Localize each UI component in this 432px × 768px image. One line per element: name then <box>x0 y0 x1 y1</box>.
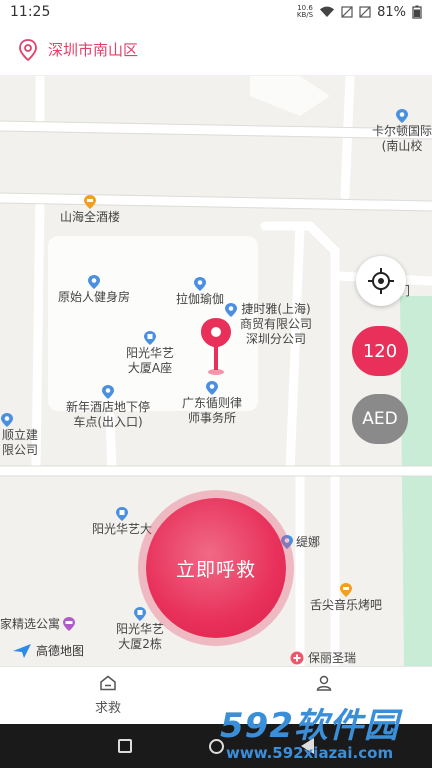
aed-button[interactable]: AED <box>352 394 408 444</box>
location-header[interactable]: 深圳市南山区 <box>0 24 432 76</box>
poi-shunli[interactable]: 顺立建 限公司 <box>0 412 38 458</box>
pin-icon <box>194 277 206 291</box>
net-speed: 10.6 KB/S <box>297 5 313 19</box>
watermark-url: www.592xiazai.com <box>226 744 394 762</box>
poi-label: 家精选公寓 <box>0 616 61 631</box>
poi-label: 原始人健身房 <box>58 290 131 304</box>
building-icon <box>144 331 156 345</box>
battery-level: 81% <box>377 4 406 20</box>
amap-logo-icon <box>13 643 31 658</box>
pin-icon <box>206 381 218 395</box>
map-view[interactable]: 卡尔顿国际 (南山校 山海全酒楼 原始人健身房 拉伽瑜伽 捷时雅(上海) 商贸有… <box>0 76 432 666</box>
selected-location-pin-icon <box>201 318 231 375</box>
building-icon <box>116 507 128 521</box>
home-icon <box>100 675 116 691</box>
poi-yangguang-2[interactable]: 阳光华艺 大厦2栋 <box>116 606 164 652</box>
poi-label: 阳光华艺 大厦2栋 <box>116 622 165 651</box>
poi-label: 新年酒店地下停 车点(出入口) <box>66 400 151 429</box>
restaurant-icon <box>340 583 352 597</box>
site-watermark: 592软件园 www.592xiazai.com <box>210 696 432 768</box>
building-icon <box>134 607 146 621</box>
user-icon <box>316 675 332 691</box>
poi-gym[interactable]: 原始人健身房 <box>58 274 130 305</box>
status-icons: 10.6 KB/S 81% <box>297 5 422 20</box>
crosshair-icon <box>368 268 394 294</box>
pin-icon <box>1 413 13 427</box>
poi-label: 舌尖音乐烤吧 <box>310 598 383 612</box>
pin-icon <box>396 109 408 123</box>
net-speed-unit: KB/S <box>296 11 314 19</box>
poi-label: 拉伽瑜伽 <box>176 292 225 306</box>
poi-yangguang-a[interactable]: 阳光华艺 大厦A座 <box>126 330 174 376</box>
poi-label: 广东循则律 师事务所 <box>182 396 243 425</box>
poi-bbq[interactable]: 舌尖音乐烤吧 <box>310 582 382 613</box>
poi-label: 阳光华艺大 <box>92 522 153 536</box>
location-pin-icon <box>19 38 37 61</box>
poi-yangguang[interactable]: 阳光华艺大 <box>92 506 152 537</box>
poi-label: 山海全酒楼 <box>60 210 121 224</box>
poi-label: 阳光华艺 大厦A座 <box>126 346 175 375</box>
current-location: 深圳市南山区 <box>48 41 139 59</box>
poi-shanhai[interactable]: 山海全酒楼 <box>60 194 120 225</box>
locate-me-button[interactable] <box>356 256 406 306</box>
poi-yoga[interactable]: 拉伽瑜伽 <box>176 276 224 307</box>
poi-label: 捷时雅(上海) 商贸有限公司 深圳分公司 <box>240 302 313 346</box>
battery-icon <box>412 5 422 19</box>
no-sim-icon <box>341 6 353 18</box>
watermark-title: 592软件园 <box>220 706 399 746</box>
map-brand: 高德地图 <box>12 642 84 659</box>
call-120-button[interactable]: 120 <box>352 326 408 376</box>
poi-label: 保丽圣瑞 <box>308 650 357 665</box>
tab-help[interactable]: 求救 <box>0 667 216 724</box>
poi-tina[interactable]: 缇娜 <box>280 534 320 550</box>
pin-icon <box>88 275 100 289</box>
tab-help-label: 求救 <box>94 701 121 716</box>
hotel-icon <box>63 617 76 631</box>
recent-apps-button[interactable] <box>118 739 133 753</box>
map-brand-label: 高德地图 <box>36 644 85 658</box>
poi-carlton[interactable]: 卡尔顿国际 (南山校 <box>372 108 432 154</box>
poi-label: 缇娜 <box>296 535 321 549</box>
status-bar: 11:25 10.6 KB/S 81% <box>0 0 432 24</box>
poi-label: 卡尔顿国际 (南山校 <box>372 124 432 153</box>
poi-parking[interactable]: 新年酒店地下停 车点(出入口) <box>66 384 150 430</box>
restaurant-icon <box>84 195 96 209</box>
sos-call-button[interactable]: 立即呼救 <box>146 498 286 638</box>
no-sim-icon-2 <box>359 6 371 18</box>
status-time: 11:25 <box>10 4 51 20</box>
hospital-icon <box>290 651 304 665</box>
poi-baoli[interactable]: 保丽圣瑞 <box>290 650 356 666</box>
poi-lawfirm[interactable]: 广东循则律 师事务所 <box>182 380 242 426</box>
poi-jieshiya[interactable]: 捷时雅(上海) 商贸有限公司 深圳分公司 <box>224 302 312 347</box>
pin-icon <box>102 385 114 399</box>
wifi-icon <box>320 6 335 18</box>
poi-apartment[interactable]: 家精选公寓 <box>0 616 76 632</box>
poi-label: 顺立建 限公司 <box>2 428 39 457</box>
